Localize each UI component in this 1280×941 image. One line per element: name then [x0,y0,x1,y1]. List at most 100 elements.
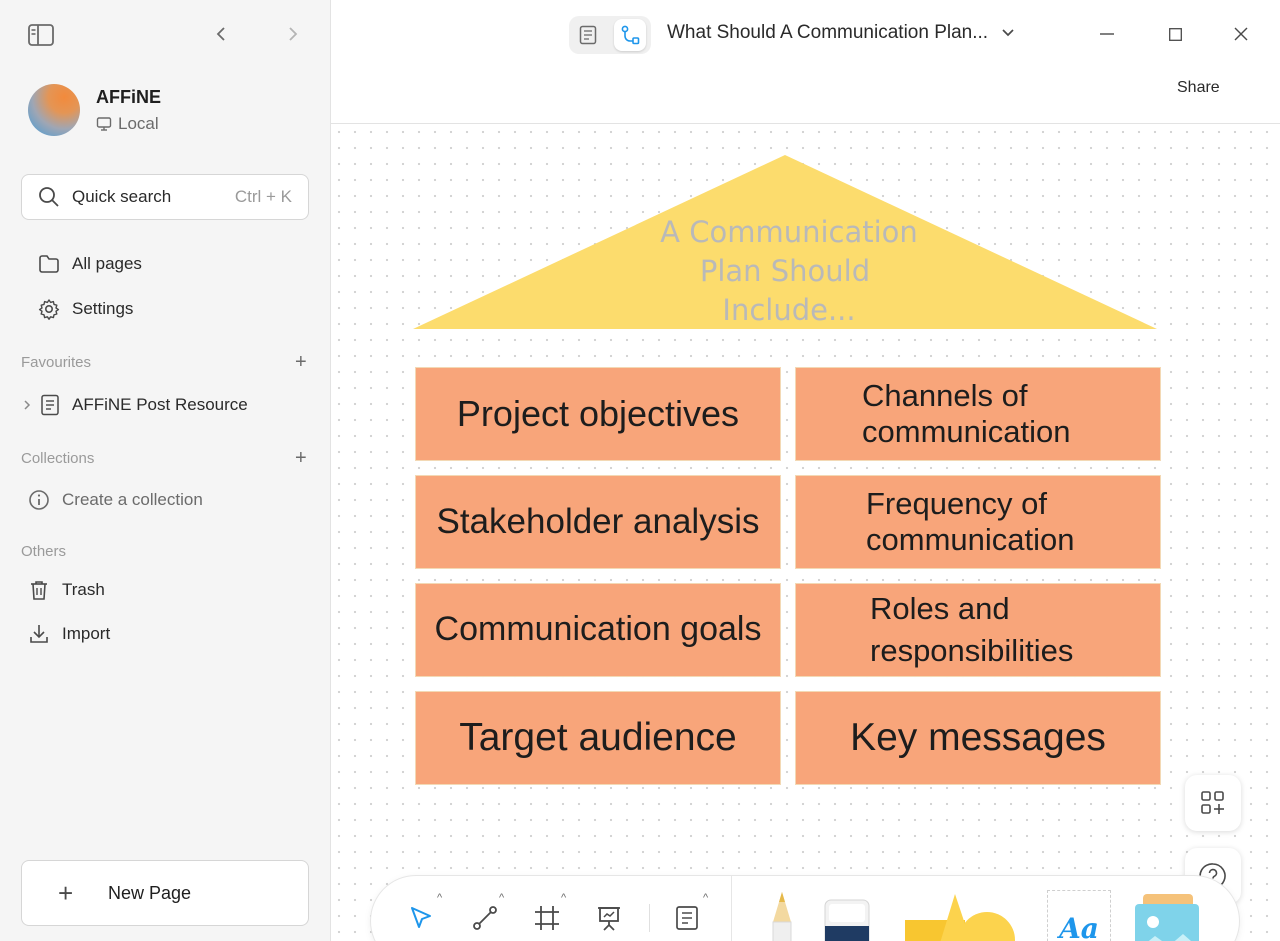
header: What Should A Communication Plan... Shar… [331,0,1280,124]
info-icon [29,490,49,510]
chevron-up-icon[interactable]: ^ [499,892,504,904]
sidebar-item-affine-post-resource[interactable]: AFFiNE Post Resource [22,394,248,416]
create-collection-label: Create a collection [62,490,203,509]
workspace-storage-label: Local [118,113,159,133]
gear-icon [38,299,60,320]
frame-tool[interactable] [529,900,565,936]
box-key-messages[interactable]: Key messages [795,691,1161,785]
add-collection-icon[interactable]: + [295,448,307,468]
page-icon [41,394,59,416]
edgeless-mode-button[interactable] [614,19,646,51]
search-icon [39,187,59,207]
box-label: Key messages [850,715,1106,759]
sidebar-item-trash[interactable]: Trash [28,579,105,601]
edgeless-canvas[interactable]: A Communication Plan Should Include... P… [331,124,1280,941]
note-icon [676,906,698,930]
page-mode-icon [579,25,597,45]
create-collection-item[interactable]: Create a collection [28,489,203,511]
triangle-title-line-3: Include... [722,293,855,327]
favourites-heading: Favourites [21,354,92,371]
folder-icon [39,255,59,273]
box-label-line-2: communication [866,522,1075,557]
workspace-avatar [28,84,80,136]
box-label: Stakeholder analysis [436,501,760,541]
chevron-up-icon[interactable]: ^ [437,892,442,904]
quick-search-label: Quick search [72,187,172,206]
presentation-tool[interactable] [591,900,627,936]
quick-search-shortcut: Ctrl + K [234,187,292,206]
box-label-line-2: responsibilities [870,633,1074,668]
chevron-down-icon[interactable] [1001,28,1015,38]
new-page-label: New Page [108,882,192,903]
sidebar-item-all-pages[interactable]: All pages [38,254,142,274]
share-button[interactable]: Share [1177,79,1220,97]
sidebar-item-import[interactable]: Import [28,623,110,645]
image-icon[interactable] [1133,892,1201,941]
box-label-line-2: communication [862,414,1071,449]
chevron-right-icon[interactable] [22,399,32,411]
connector-icon [473,906,497,930]
box-roles-and-responsibilities[interactable]: Roles and responsibilities [795,583,1161,677]
grid-plus-icon [1201,791,1224,814]
shapes-icon[interactable] [903,890,1019,941]
box-label: Target audience [459,715,737,759]
box-label-line-1: Roles and [870,591,1010,627]
pen-icon[interactable] [767,888,797,941]
chevron-up-icon[interactable]: ^ [561,892,566,904]
pointer-icon [411,907,431,928]
text-tool[interactable]: Aa [1047,890,1111,941]
frame-icon [535,906,559,930]
connector-tool[interactable] [467,900,503,936]
computer-icon [96,116,112,131]
box-label-line-1: Channels of [862,378,1028,414]
workspace-name: AFFiNE [96,86,161,107]
box-target-audience[interactable]: Target audience [415,691,781,785]
collections-heading: Collections [21,450,95,467]
forward-arrow-icon[interactable] [282,22,304,46]
presentation-icon [598,907,620,931]
box-stakeholder-analysis[interactable]: Stakeholder analysis [415,475,781,569]
sidebar-toggle-icon[interactable] [26,22,56,48]
quick-search-button[interactable]: Quick search Ctrl + K [21,174,309,220]
page-mode-button[interactable] [572,19,604,51]
box-project-objectives[interactable]: Project objectives [415,367,781,461]
import-icon [30,625,48,643]
box-communication-goals[interactable]: Communication goals [415,583,781,677]
toolbar-divider [649,904,650,932]
sidebar-item-label: Import [62,624,111,643]
note-tool[interactable] [669,900,705,936]
box-label-line-1: Frequency of [866,486,1047,522]
chevron-up-icon[interactable]: ^ [703,892,708,904]
add-favourite-icon[interactable]: + [295,352,307,372]
workspace-storage: Local [96,114,161,134]
sidebar-item-label: All pages [72,254,142,273]
triangle-title-line-1: A Communication [660,215,918,249]
others-heading: Others [21,543,67,560]
sidebar-item-label: Trash [62,580,105,599]
mode-switch [569,16,651,54]
text-icon: Aa [1059,911,1099,941]
back-arrow-icon[interactable] [210,22,232,46]
pointer-tool[interactable] [403,900,439,936]
workspace-card[interactable]: AFFiNE Local [28,84,161,136]
doc-title: What Should A Communication Plan... [667,22,989,43]
box-label: Project objectives [456,393,740,435]
sidebar: AFFiNE Local Quick search Ctrl + K All p… [0,0,331,941]
edgeless-toolbar: ^ ^ ^ ^ Aa [371,876,1239,941]
doc-title-button[interactable]: What Should A Communication Plan... [667,22,1015,44]
sidebar-item-label: AFFiNE Post Resource [72,395,248,414]
templates-button[interactable] [1185,775,1241,831]
edgeless-mode-icon [621,25,640,45]
trash-icon [31,581,47,600]
sidebar-item-settings[interactable]: Settings [38,298,133,320]
sidebar-item-label: Settings [72,299,134,318]
maximize-icon[interactable] [1165,24,1185,44]
triangle-title-line-2: Plan Should [700,254,870,288]
new-page-button[interactable]: + New Page [21,860,309,926]
eraser-icon[interactable] [823,898,871,941]
minimize-icon[interactable] [1097,24,1117,44]
box-frequency-of-communication[interactable]: Frequency of communication [795,475,1161,569]
plus-icon: + [58,877,74,908]
close-icon[interactable] [1231,24,1251,44]
box-channels-of-communication[interactable]: Channels of communication [795,367,1161,461]
